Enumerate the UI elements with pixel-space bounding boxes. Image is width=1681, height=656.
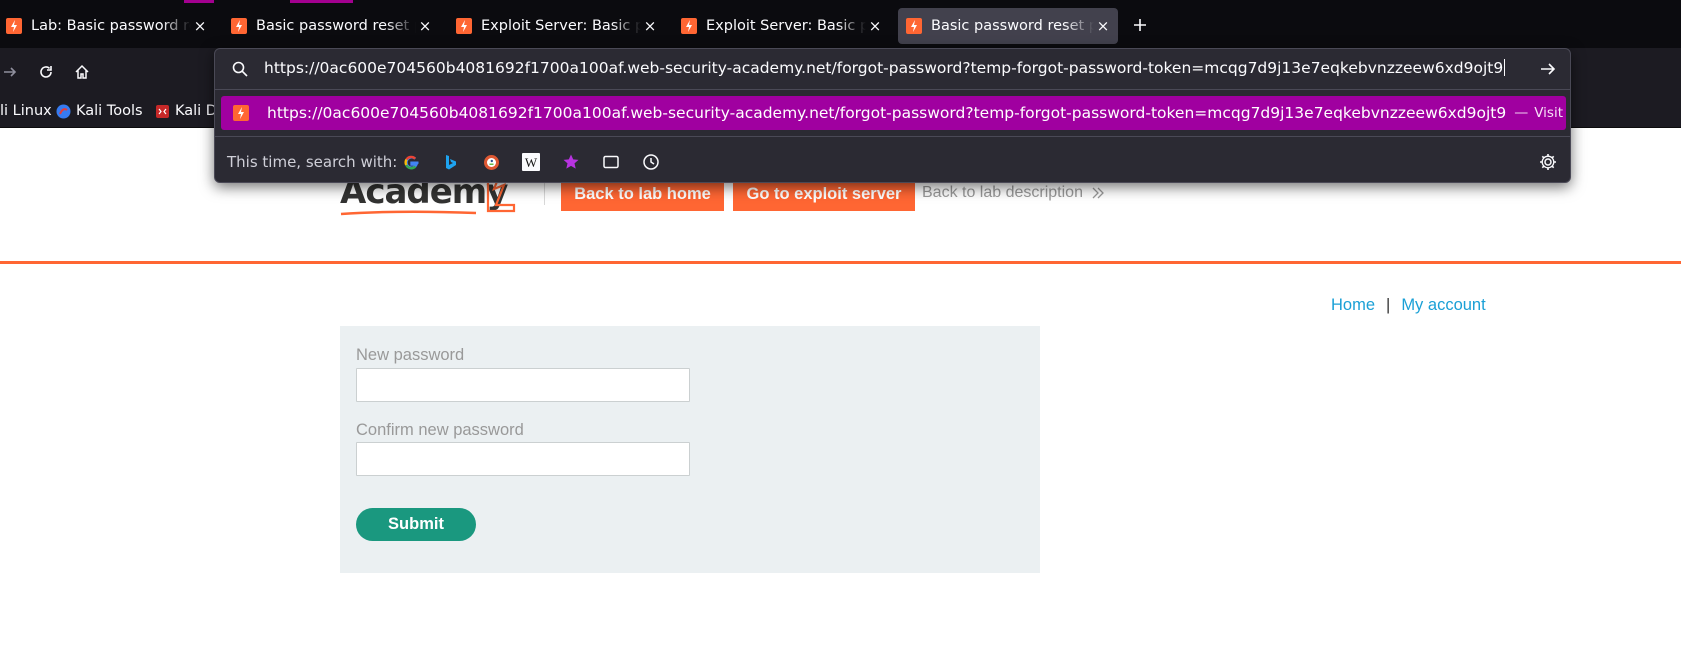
divider <box>215 136 1570 137</box>
bing-icon <box>446 154 456 169</box>
home-icon <box>75 64 89 79</box>
tab-attention-indicator <box>184 0 214 3</box>
portswigger-favicon-icon <box>681 18 697 34</box>
url-input[interactable]: https://0ac600e704560b4081692f1700a100af… <box>264 59 1506 77</box>
suggestion-url: https://0ac600e704560b4081692f1700a100af… <box>267 104 1507 122</box>
reload-icon <box>40 66 52 78</box>
suggestion-separator: — <box>1514 105 1529 121</box>
portswigger-favicon-icon <box>906 18 922 34</box>
urlbar[interactable]: https://0ac600e704560b4081692f1700a100af… <box>215 49 1570 89</box>
wikipedia-search-button[interactable]: W <box>521 152 541 172</box>
tab-strip: Lab: Basic password reset poisoning × Ba… <box>0 0 1681 48</box>
kali-docs-icon <box>156 104 169 118</box>
bookmarks-search-button[interactable] <box>561 152 581 172</box>
forward-icon <box>4 67 17 77</box>
header-rule <box>0 261 1681 264</box>
new-password-label: New password <box>356 346 465 364</box>
bookmark-kali-linux[interactable]: li Linux <box>0 103 52 119</box>
logo-swoosh-icon <box>340 210 477 216</box>
tab-title: Exploit Server: Basic password reset poi… <box>481 18 641 34</box>
tab-active-reset-poisoning[interactable]: Basic password reset poisoning × <box>898 8 1118 44</box>
url-input-value: https://0ac600e704560b4081692f1700a100af… <box>264 59 1504 77</box>
portswigger-favicon-icon <box>233 105 249 121</box>
portswigger-favicon-icon <box>456 18 472 34</box>
search-icon <box>232 61 248 77</box>
text-caret <box>1504 59 1506 76</box>
tab-close-icon[interactable]: × <box>416 17 434 35</box>
tab-title: Exploit Server: Basic password reset poi… <box>706 18 866 34</box>
top-links: Home | My account <box>1331 296 1486 315</box>
wikipedia-icon: W <box>522 153 540 171</box>
url-suggestion[interactable]: https://0ac600e704560b4081692f1700a100af… <box>221 96 1566 130</box>
duckduckgo-search-button[interactable] <box>481 152 501 172</box>
tab-title: Lab: Basic password reset poisoning <box>31 18 191 34</box>
tab-attention-indicator <box>290 0 353 3</box>
tab-reset-poisoning[interactable]: Basic password reset poisoning × <box>223 8 440 44</box>
home-button[interactable] <box>68 58 96 86</box>
tab-close-icon[interactable]: × <box>1094 17 1112 35</box>
bookmark-label: li Linux <box>0 103 52 119</box>
search-with-label: This time, search with: <box>227 153 398 171</box>
history-icon <box>643 154 659 170</box>
history-search-button[interactable] <box>641 152 661 172</box>
new-tab-button[interactable] <box>1128 12 1152 38</box>
suggestion-action: Visit <box>1534 105 1563 121</box>
tab-exploit-server-2[interactable]: Exploit Server: Basic password reset poi… <box>673 8 890 44</box>
portswigger-favicon-icon <box>6 18 22 34</box>
header-divider <box>544 180 545 205</box>
confirm-password-input[interactable] <box>356 442 690 476</box>
duckduckgo-icon <box>483 154 499 170</box>
divider <box>215 89 1570 90</box>
reload-button[interactable] <box>32 58 60 86</box>
plus-icon <box>1134 19 1146 31</box>
tab-close-icon[interactable]: × <box>866 17 884 35</box>
kali-tools-icon <box>56 104 71 118</box>
bookmark-label: Kali Tools <box>76 103 143 119</box>
svg-text:W: W <box>525 155 538 170</box>
my-account-link[interactable]: My account <box>1401 296 1485 314</box>
google-search-button[interactable] <box>401 152 421 172</box>
tab-exploit-server-1[interactable]: Exploit Server: Basic password reset poi… <box>448 8 665 44</box>
google-icon <box>403 155 418 169</box>
urlbar-dropdown: https://0ac600e704560b4081692f1700a100af… <box>214 48 1571 183</box>
reset-password-form: New password Confirm new password Submit <box>340 326 1040 573</box>
bookmarks-star-icon <box>563 154 579 169</box>
bookmark-kali-tools[interactable]: Kali Tools <box>56 103 143 119</box>
submit-button[interactable]: Submit <box>356 508 476 541</box>
tab-close-icon[interactable]: × <box>641 17 659 35</box>
forward-button[interactable] <box>0 58 24 86</box>
confirm-password-label: Confirm new password <box>356 421 524 439</box>
back-to-lab-description-link[interactable]: Back to lab description <box>922 184 1083 202</box>
link-separator: | <box>1386 296 1391 314</box>
tab-title: Basic password reset poisoning <box>256 18 416 34</box>
tab-lab[interactable]: Lab: Basic password reset poisoning × <box>0 8 215 44</box>
bing-search-button[interactable] <box>441 152 461 172</box>
home-link[interactable]: Home <box>1331 296 1375 314</box>
new-password-input[interactable] <box>356 368 690 402</box>
portswigger-favicon-icon <box>231 18 247 34</box>
gear-icon[interactable] <box>1538 152 1558 172</box>
tabs-search-button[interactable] <box>601 152 621 172</box>
tab-title: Basic password reset poisoning <box>931 18 1094 34</box>
tab-close-icon[interactable]: × <box>191 17 209 35</box>
tabs-icon <box>603 155 619 169</box>
double-chevron-right-icon <box>1092 187 1104 199</box>
go-arrow-icon[interactable] <box>1538 59 1558 79</box>
